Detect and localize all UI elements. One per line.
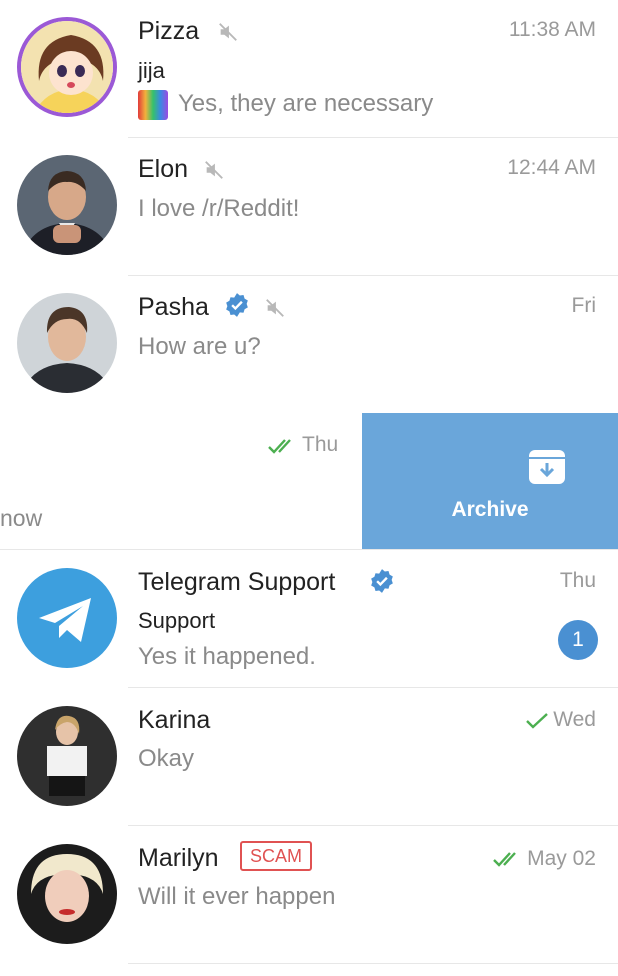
telegram-logo-icon [39,598,91,642]
muted-icon [266,299,284,317]
chat-message: How are u? [138,333,261,360]
chat-time: Thu [559,569,596,592]
chat-message: Okay [138,745,195,772]
chat-list: Pizza 11:38 AM jija Yes, they are necess… [0,0,618,976]
chat-sender: Support [138,608,216,633]
chat-name: Pizza [138,17,200,45]
chat-message: I love /r/Reddit! [138,195,300,222]
chat-message: Yes it happened. [138,643,316,670]
chat-time: Thu [302,433,339,456]
chat-time: Wed [553,708,596,731]
chat-message: Yes, they are necessary [178,90,434,117]
person-avatar-image [17,844,117,944]
avatar[interactable] [17,17,117,117]
chat-sender: jija [138,58,165,83]
scam-label: SCAM [240,841,313,871]
check-icon [526,713,548,729]
chat-row-telegram-support[interactable]: Telegram Support Thu Support Yes it happ… [0,550,618,688]
unread-badge: 1 [558,620,598,660]
chat-row-elon[interactable]: Elon 12:44 AM I love /r/Reddit! [0,138,618,276]
chat-name: Marilyn [138,844,219,872]
chat-row-pizza[interactable]: Pizza 11:38 AM jija Yes, they are necess… [0,0,618,138]
chat-name: Pasha [138,293,209,321]
chat-message-partial: now [0,505,43,531]
person-avatar-image [17,155,117,255]
muted-icon [219,23,237,41]
verified-icon [371,569,393,593]
chat-name: Karina [138,706,211,734]
chat-time: Fri [571,294,597,317]
verified-icon [226,293,248,317]
chat-message: Will it ever happen [138,883,336,910]
media-thumbnail [138,90,168,120]
divider [128,963,618,964]
archive-label: Archive [451,498,529,521]
chat-row-karina[interactable]: Karina Wed Okay [0,688,618,826]
avatar[interactable] [17,844,117,944]
archive-action[interactable]: Archive [362,413,618,549]
avatar[interactable] [17,155,117,255]
avatar[interactable] [17,293,117,393]
anime-avatar-image [21,21,113,113]
chat-row-pasha[interactable]: Pasha Fri How are u? [0,276,618,414]
chat-time: 11:38 AM [508,18,596,41]
avatar[interactable] [17,568,117,668]
archive-icon [529,450,565,484]
chat-name: Elon [138,155,189,183]
chat-time: 12:44 AM [507,156,596,179]
avatar[interactable] [17,706,117,806]
muted-icon [205,161,223,179]
chat-row-marilyn[interactable]: Marilyn SCAM May 02 Will it ever happen [0,826,618,966]
double-check-icon [268,439,291,454]
double-check-icon [493,852,516,867]
person-avatar-image [17,706,117,806]
chat-time: May 02 [527,847,596,870]
person-avatar-image [17,293,117,393]
chat-name: Telegram Support [138,568,336,596]
